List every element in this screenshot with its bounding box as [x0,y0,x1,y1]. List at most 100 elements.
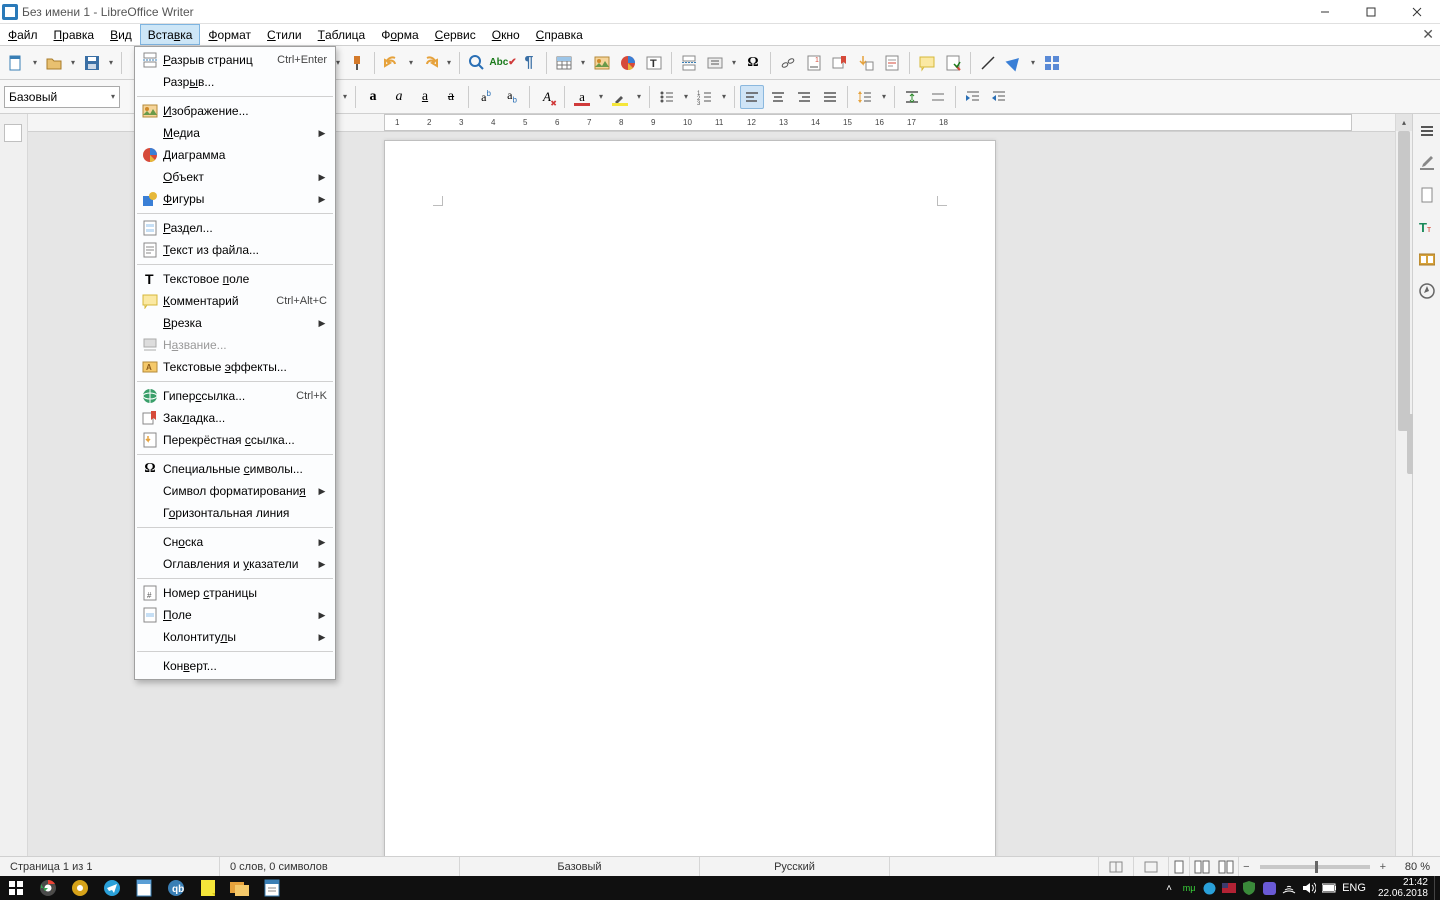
menu-item-диаграмма[interactable]: Диаграмма [135,144,335,166]
menu-item-перекрёстная-ссылка[interactable]: Перекрёстная ссылка... [135,429,335,451]
show-draw-functions-button[interactable] [1040,51,1064,75]
decrease-spacing-button[interactable] [926,85,950,109]
sidebar-collapse-handle[interactable] [1407,414,1413,474]
sidebar-page-icon[interactable] [1416,184,1438,206]
status-page[interactable]: Страница 1 из 1 [0,857,220,876]
status-view-multi[interactable] [1190,857,1214,876]
taskbar-clock[interactable]: 21:42 22.06.2018 [1372,877,1434,899]
save-dropdown[interactable]: ▾ [106,58,116,67]
menu-item-изображение[interactable]: Изображение... [135,100,335,122]
task-folders-icon[interactable] [224,876,256,900]
menu-item-гиперссылка[interactable]: Гиперссылка...Ctrl+K [135,385,335,407]
task-chrome-icon[interactable] [32,876,64,900]
new-doc-dropdown[interactable]: ▾ [30,58,40,67]
decrease-indent-button[interactable] [987,85,1011,109]
status-zoom[interactable]: 80 % [1390,857,1440,876]
number-list-button[interactable]: 123 [693,85,717,109]
bold-button[interactable]: a [361,85,385,109]
menu-стили[interactable]: Стили [259,24,310,45]
underline-button[interactable]: a [413,85,437,109]
paragraph-style-combo[interactable]: Базовый▾ [4,86,120,108]
superscript-button[interactable]: ab [474,85,498,109]
insert-field-button[interactable] [703,51,727,75]
menu-item-поле[interactable]: Поле▶ [135,604,335,626]
tray-chevron-icon[interactable]: ˄ [1162,881,1176,895]
tray-app1-icon[interactable]: mμ [1182,881,1196,895]
task-chrome-canary-icon[interactable] [64,876,96,900]
menu-item-объект[interactable]: Объект▶ [135,166,335,188]
number-dropdown[interactable]: ▾ [719,92,729,101]
tray-app2-icon[interactable] [1262,881,1276,895]
vertical-ruler[interactable] [0,114,28,880]
menu-item-раздел[interactable]: Раздел... [135,217,335,239]
tray-flag-icon[interactable] [1222,881,1236,895]
increase-spacing-button[interactable] [900,85,924,109]
basic-shapes-button[interactable] [1002,51,1026,75]
zoom-in-button[interactable]: + [1376,861,1390,873]
zoom-slider[interactable] [1260,865,1370,869]
align-center-button[interactable] [766,85,790,109]
tray-battery-icon[interactable] [1322,881,1336,895]
shapes-dropdown[interactable]: ▾ [1028,58,1038,67]
insert-image-button[interactable] [590,51,614,75]
insert-crossref-button[interactable] [854,51,878,75]
menu-item-оглавления-и-указатели[interactable]: Оглавления и указатели▶ [135,553,335,575]
insert-symbol-button[interactable]: Ω [741,51,765,75]
menu-вид[interactable]: Вид [102,24,140,45]
insert-comment-button[interactable] [915,51,939,75]
menu-окно[interactable]: Окно [484,24,528,45]
menu-файл[interactable]: Файл [0,24,46,45]
status-pagestyle[interactable]: Базовый [460,857,700,876]
formatting-marks-button[interactable]: ¶ [517,51,541,75]
font-color-button[interactable]: a [570,85,594,109]
clear-format-button[interactable]: A✖ [535,85,559,109]
task-notes-icon[interactable] [192,876,224,900]
menu-формат[interactable]: Формат [200,24,259,45]
font-color-dropdown[interactable]: ▾ [596,92,606,101]
menu-item-закладка[interactable]: Закладка... [135,407,335,429]
status-view-single[interactable] [1169,857,1190,876]
redo-button[interactable] [418,51,442,75]
scroll-thumb[interactable] [1398,131,1410,431]
menu-item-текстовое-поле[interactable]: TТекстовое поле [135,268,335,290]
line-spacing-dropdown[interactable]: ▾ [879,92,889,101]
menu-item-символ-форматирования[interactable]: Символ форматирования▶ [135,480,335,502]
show-desktop-button[interactable] [1434,876,1440,900]
save-button[interactable] [80,51,104,75]
sidebar-gallery-icon[interactable] [1416,248,1438,270]
status-selectionmode[interactable] [1134,857,1169,876]
fontsize-dropdown[interactable]: ▾ [340,92,350,101]
find-button[interactable] [465,51,489,75]
menu-сервис[interactable]: Сервис [427,24,484,45]
menu-item-разрыв[interactable]: Разрыв... [135,71,335,93]
redo-dropdown[interactable]: ▾ [444,58,454,67]
menu-item-специальные-символы[interactable]: ΩСпециальные символы... [135,458,335,480]
window-close-button[interactable] [1394,0,1440,24]
document-page[interactable] [384,140,996,880]
line-button[interactable] [976,51,1000,75]
open-button[interactable] [42,51,66,75]
tray-telegram-icon[interactable] [1202,881,1216,895]
scroll-up-button[interactable]: ▴ [1396,114,1412,131]
menu-item-горизонтальная-линия[interactable]: Горизонтальная линия [135,502,335,524]
menu-вставка[interactable]: Вставка [140,24,201,45]
start-button[interactable] [0,876,32,900]
menu-item-медиа[interactable]: Медиа▶ [135,122,335,144]
bullet-list-button[interactable] [655,85,679,109]
menu-item-текстовые-эффекты[interactable]: AТекстовые эффекты... [135,356,335,378]
highlight-dropdown[interactable]: ▾ [634,92,644,101]
menu-item-сноска[interactable]: Сноска▶ [135,531,335,553]
status-wordcount[interactable]: 0 слов, 0 символов [220,857,460,876]
align-justify-button[interactable] [818,85,842,109]
menu-справка[interactable]: Справка [528,24,591,45]
system-tray[interactable]: ˄ mμ ENG [1156,881,1372,895]
sidebar-properties-icon[interactable] [1416,152,1438,174]
highlight-button[interactable] [608,85,632,109]
sidebar-navigator-icon[interactable] [1416,280,1438,302]
menu-item-комментарий[interactable]: КомментарийCtrl+Alt+C [135,290,335,312]
tray-volume-icon[interactable] [1302,881,1316,895]
page-break-button[interactable] [677,51,701,75]
field-dropdown[interactable]: ▾ [729,58,739,67]
increase-indent-button[interactable] [961,85,985,109]
task-telegram-icon[interactable] [96,876,128,900]
